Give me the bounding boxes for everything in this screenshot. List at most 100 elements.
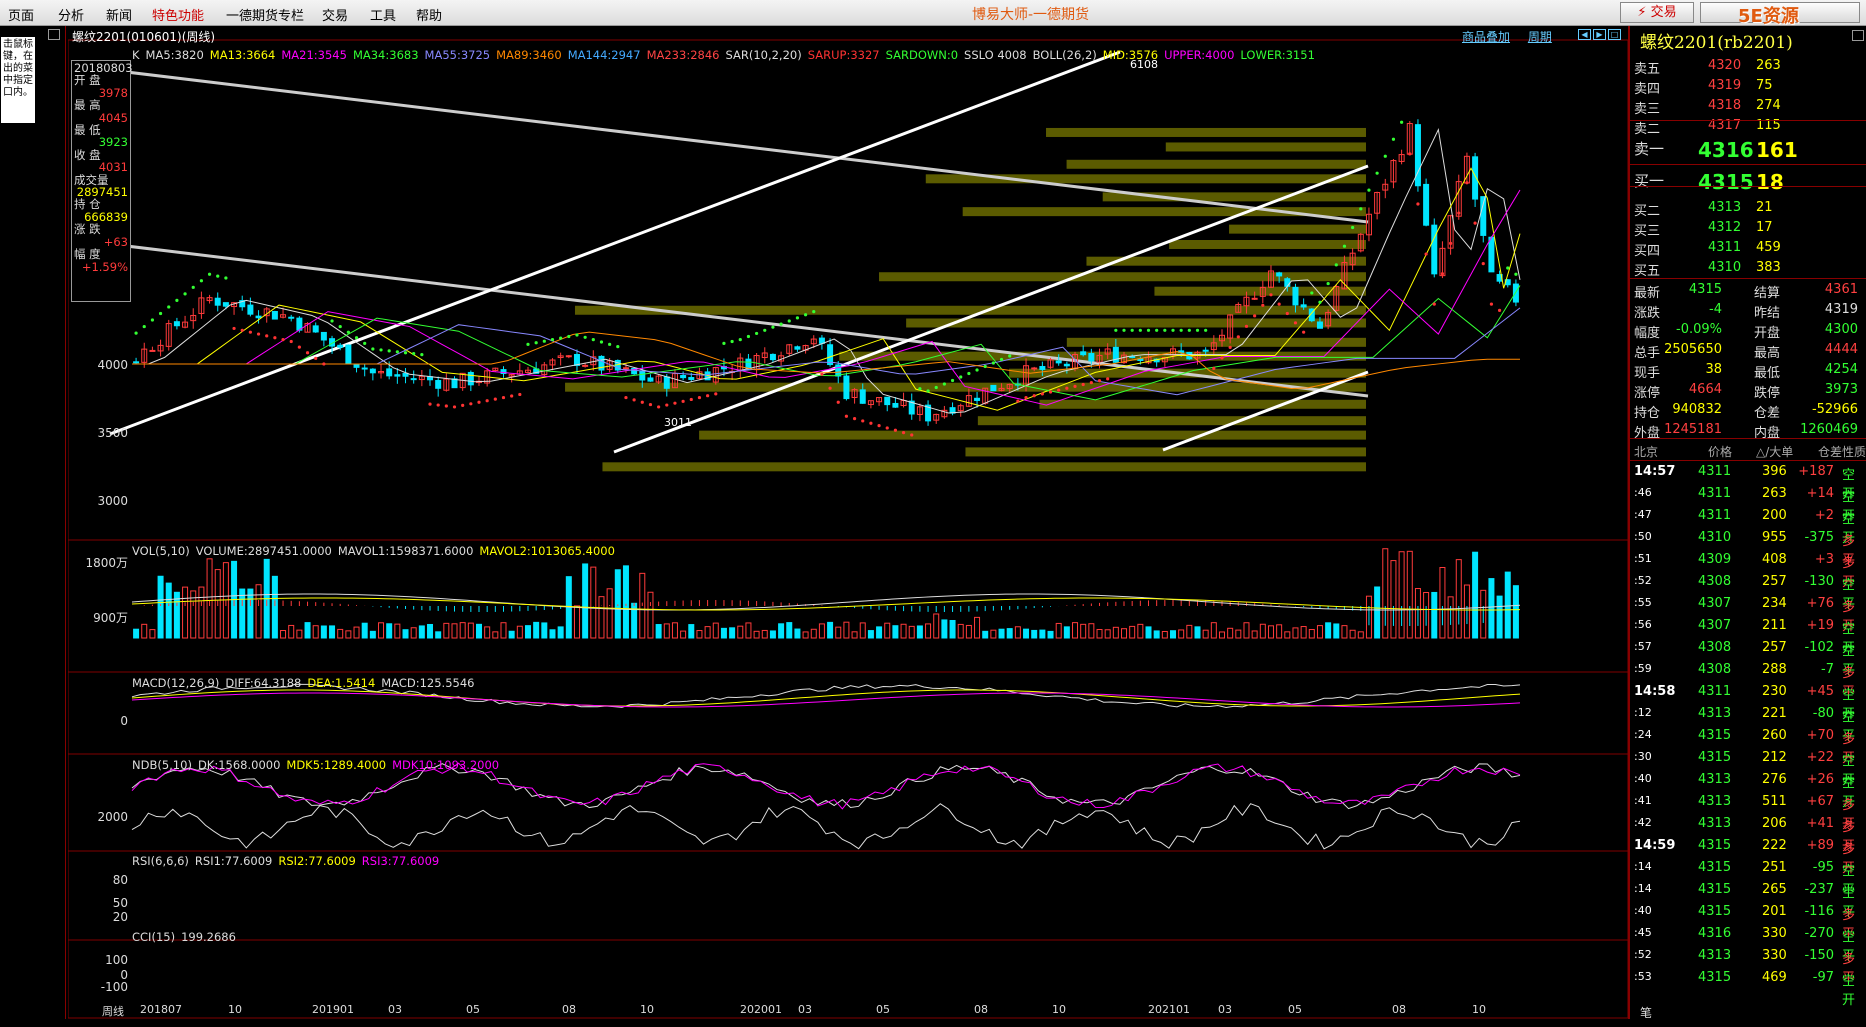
sar-dot (1514, 272, 1518, 276)
tick-row[interactable]: :57 4308 257 -102 空平 (1630, 640, 1866, 678)
tick-row[interactable]: :52 4308 257 -130 空平 (1630, 574, 1866, 612)
sar-dot (305, 351, 310, 355)
sar-dot (510, 394, 514, 398)
menu-features[interactable]: 特色功能 (152, 5, 204, 24)
order-book-cell: 买一 (1634, 172, 1665, 190)
volume-bar (1129, 625, 1136, 639)
sar-dot (1179, 328, 1183, 332)
tick-row[interactable]: :40 4315 201 -116 多平 (1630, 904, 1866, 942)
sar-dot (232, 326, 236, 331)
tick-cell: 4315 (1698, 970, 1732, 985)
tick-row[interactable]: :40 4313 276 +26 空开 (1630, 772, 1866, 810)
sar-dot (1236, 335, 1240, 339)
sar-dot (1040, 392, 1044, 396)
sar-dot (1220, 356, 1224, 360)
period-link[interactable]: 周期 (1528, 30, 1552, 44)
chart-area[interactable]: 6108 3011 (68, 26, 1628, 1026)
tick-row[interactable]: :52 4313 330 -150 多平 (1630, 948, 1866, 986)
volume-bar (1472, 551, 1479, 639)
tick-row[interactable]: :42 4313 206 +41 多开 (1630, 816, 1866, 854)
volume-bar (802, 631, 809, 639)
bid1-row[interactable]: 买一 4315 18 (1632, 170, 1862, 194)
overlay-link[interactable]: 商品叠加 (1462, 30, 1510, 44)
candle-body (1316, 321, 1323, 329)
sar-dot (134, 331, 138, 335)
indicator-7: MA144:2947 (567, 48, 641, 62)
bid-row[interactable]: 买二 4313 21 (1632, 200, 1862, 220)
ask-row[interactable]: 卖五 4320 263 (1632, 58, 1862, 78)
bid-row[interactable]: 买三 4312 17 (1632, 220, 1862, 240)
stat-row: 幅度 -0.09% 开盘 4300 (1632, 322, 1862, 342)
tick-row[interactable]: :53 4315 469 -97 空开 (1630, 970, 1866, 1008)
menu-page[interactable]: 页面 (8, 5, 34, 24)
volume-bar (598, 596, 605, 639)
panel-close-icon[interactable] (1852, 30, 1864, 41)
ask-row[interactable]: 卖二 4317 115 (1632, 118, 1862, 138)
tick-cell: -130 (1804, 574, 1834, 589)
trade-button[interactable]: ⚡ 交易 (1620, 2, 1694, 23)
volume-bar (541, 622, 548, 639)
tick-row[interactable]: :41 4313 511 +67 多开 (1630, 794, 1866, 832)
sar-dot (207, 272, 212, 276)
tick-row[interactable]: :46 4311 263 +14 空开 (1630, 486, 1866, 524)
sar-dot (1212, 366, 1216, 370)
ask-row[interactable]: 卖四 4319 75 (1632, 78, 1862, 98)
menu-yide-column[interactable]: 一德期货专栏 (226, 5, 304, 24)
x-axis-label: 08 (974, 1003, 988, 1016)
tick-row[interactable]: :55 4307 234 +76 多开 (1630, 596, 1866, 634)
tick-row[interactable]: :51 4309 408 +3 多开 (1630, 552, 1866, 590)
kline-chart[interactable]: 61083011 (68, 26, 1628, 1026)
volume-bar (1039, 629, 1046, 639)
tick-row[interactable]: :59 4308 288 -7 多平 (1630, 662, 1866, 700)
close-icon[interactable] (48, 29, 60, 40)
candle-body (843, 375, 850, 400)
tick-row[interactable]: 14:59 4315 222 +89 多开 (1630, 838, 1866, 876)
tick-row[interactable]: :14 4315 251 -95 空平 (1630, 860, 1866, 898)
tick-row[interactable]: :30 4315 212 +22 空开 (1630, 750, 1866, 788)
rsi-label-2: RSI2:77.6009 (278, 854, 356, 868)
volume-bar (320, 625, 327, 639)
volume-bar (329, 625, 336, 639)
window-max-icon[interactable]: □ (1608, 29, 1621, 40)
menu-tools[interactable]: 工具 (370, 5, 396, 24)
volume-bar (1300, 626, 1307, 639)
stat-cell: 4315 (1688, 282, 1722, 297)
sar-dot (216, 274, 220, 278)
tick-row[interactable]: :45 4316 330 -270 空平 (1630, 926, 1866, 964)
vol-axis-1800: 1800万 (85, 556, 128, 570)
sar-dot (420, 352, 424, 357)
tick-row[interactable]: 14:57 4311 396 +187 空开 (1630, 464, 1866, 502)
window-left-icon[interactable]: ◀ (1578, 29, 1591, 40)
tick-row[interactable]: :50 4310 955 -375 多平 (1630, 530, 1866, 568)
menu-news[interactable]: 新闻 (106, 5, 132, 24)
tick-row[interactable]: :56 4307 211 +19 空开 (1630, 618, 1866, 656)
tick-row[interactable]: 14:58 4311 230 +45 空开 (1630, 684, 1866, 722)
bid-row[interactable]: 买四 4311 459 (1632, 240, 1862, 260)
tick-cell: -102 (1804, 640, 1834, 655)
sar-dot (1457, 211, 1461, 215)
volume-profile-bar (1046, 127, 1366, 137)
window-right-icon[interactable]: ▶ (1593, 29, 1606, 40)
tick-header-cell: 性质 (1842, 445, 1866, 459)
tick-row[interactable]: :12 4313 221 -80 空平 (1630, 706, 1866, 744)
ask1-row[interactable]: 卖一 4316 161 (1632, 138, 1862, 162)
menu-trade[interactable]: 交易 (322, 5, 348, 24)
menu-analysis[interactable]: 分析 (58, 5, 84, 24)
sar-dot (885, 426, 889, 430)
volume-bar (467, 622, 474, 639)
tick-row[interactable]: :47 4311 200 +2 空开 (1630, 508, 1866, 546)
tick-row[interactable]: :24 4315 260 +70 多开 (1630, 728, 1866, 766)
stat-cell: 1260469 (1800, 422, 1858, 437)
ask-row[interactable]: 卖三 4318 274 (1632, 98, 1862, 118)
menu-help[interactable]: 帮助 (416, 5, 442, 24)
x-axis-label: 10 (1472, 1003, 1486, 1016)
tick-row[interactable]: :14 4315 265 -237 空平 (1630, 882, 1866, 920)
ndb-mdk10-line (131, 692, 1521, 708)
volume-bar (810, 628, 817, 639)
volume-bar (957, 623, 964, 639)
sar-dot (1155, 328, 1159, 332)
bid-row[interactable]: 买五 4310 383 (1632, 260, 1862, 280)
volume-profile-bar (879, 272, 1366, 282)
volume-bar (492, 631, 499, 639)
ndb-axis-2000: 2000 (97, 810, 128, 824)
